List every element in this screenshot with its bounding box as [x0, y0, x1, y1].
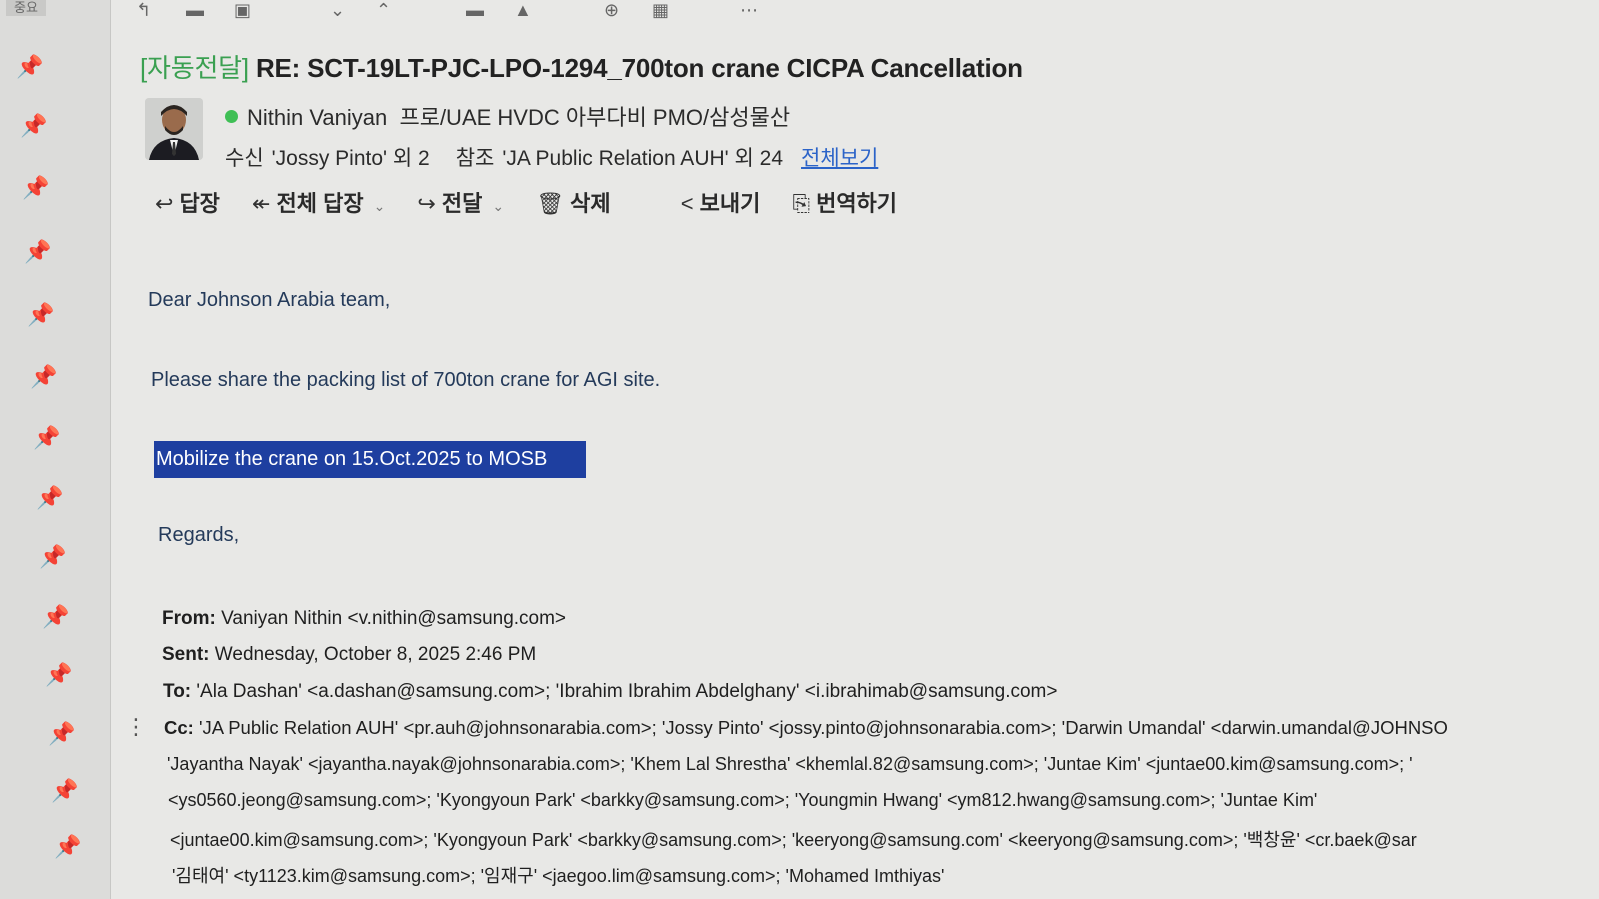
reply-label: 답장 [179, 191, 220, 216]
greeting: Dear Johnson Arabia team, [148, 289, 391, 311]
to-value: 'Ala Dashan' <a.dashan@samsung.com>; 'Ib… [196, 681, 1058, 702]
cc-line: <ys0560.jeong@samsung.com>; 'Kyongyoun P… [168, 790, 1318, 810]
pin-icon[interactable]: 📌 [36, 485, 63, 511]
view-all-link[interactable]: 전체보기 [801, 147, 878, 170]
cc-line: 'JA Public Relation AUH' <pr.auh@johnson… [198, 717, 1448, 738]
sender-line: Nithin Vaniyan 프로/UAE HVDC 아부다비 PMO/삼성물산 [225, 100, 790, 132]
quoted-from: From: Vaniyan Nithin <v.nithin@samsung.c… [162, 608, 566, 630]
cc-line: 'Jayantha Nayak' <jayantha.nayak@johnson… [167, 754, 1413, 774]
body-line: Please share the packing list of 700ton … [151, 369, 661, 391]
reply-icon: ↩ [155, 191, 174, 216]
translate-button[interactable]: ⎘ 번역하기 [792, 186, 897, 218]
reply-all-label: 전체 답장 [276, 191, 364, 216]
cc-label: 참조 [455, 147, 495, 170]
pin-icon[interactable]: 📌 [16, 54, 43, 80]
to-value[interactable]: 'Jossy Pinto' 외 2 [272, 147, 430, 170]
pin-icon[interactable]: 📌 [20, 113, 47, 139]
translate-label: 번역하기 [816, 191, 898, 216]
mail-icon[interactable]: ▬ [466, 0, 484, 20]
sidebar: 중요 📌 📌 📌 📌 📌 📌 📌 📌 📌 📌 📌 📌 📌 📌 [0, 0, 111, 899]
grid-icon[interactable]: ▦ [652, 0, 669, 20]
sent-label: Sent: [162, 644, 210, 665]
reply-button[interactable]: ↩ 답장 [155, 186, 220, 218]
more-vertical-icon[interactable]: ⋮ [125, 716, 147, 738]
cc-line: <juntae00.kim@samsung.com>; 'Kyongyoun P… [170, 830, 1417, 850]
trash-icon: 🗑 [536, 191, 565, 216]
pin-icon[interactable]: 📌 [45, 662, 72, 688]
chevron-up-icon[interactable]: ⌃ [376, 0, 391, 20]
reply-all-button[interactable]: ↞ 전체 답장 ⌄ [252, 186, 385, 218]
avatar-image [145, 98, 203, 160]
top-toolbar: ↰ ▬ ▣ ⌄ ⌃ ▬ ▲ ⊕ ▦ ⋯ [130, 0, 850, 24]
share-button[interactable]: < 보내기 [681, 186, 761, 218]
email-subject: [자동전달] RE: SCT-19LT-PJC-LPO-1294_700ton … [140, 48, 1023, 85]
pin-icon[interactable]: 📌 [42, 604, 69, 630]
sender-org: 프로/UAE HVDC 아부다비 PMO/삼성물산 [399, 105, 791, 130]
subject-text: RE: SCT-19LT-PJC-LPO-1294_700ton crane C… [255, 53, 1023, 83]
pin-icon[interactable]: 📌 [22, 175, 49, 201]
chevron-down-icon[interactable]: ⌄ [330, 0, 345, 20]
cc-line: '김태여' <ty1123.kim@samsung.com>; '임재구' <j… [172, 866, 945, 886]
quoted-sent: Sent: Wednesday, October 8, 2025 2:46 PM [162, 644, 536, 666]
delete-label: 삭제 [570, 191, 611, 216]
action-bar: ↩ 답장 ↞ 전체 답장 ⌄ ↪ 전달 ⌄ 🗑 삭제 < 보내기 ⎘ 번역하기 [155, 186, 923, 218]
more-icon[interactable]: ⋯ [740, 0, 758, 20]
pin-icon[interactable]: 📌 [48, 721, 75, 747]
presence-online-icon [225, 110, 238, 123]
auto-forward-tag: [자동전달] [140, 53, 249, 83]
forward-button[interactable]: ↪ 전달 ⌄ [417, 186, 504, 218]
recipients-line: 수신 'Jossy Pinto' 외 2 참조 'JA Public Relation… [225, 142, 878, 172]
regards: Regards, [158, 524, 240, 546]
from-label: From: [162, 608, 216, 629]
forward-icon: ↪ [417, 191, 436, 216]
forward-label: 전달 [441, 191, 483, 216]
bell-icon[interactable]: ▲ [514, 0, 532, 20]
delete-button[interactable]: 🗑 삭제 [536, 186, 610, 218]
archive-icon[interactable]: ▬ [186, 0, 204, 20]
share-label: 보내기 [699, 191, 761, 216]
pin-icon[interactable]: 📌 [33, 425, 60, 451]
sender-name[interactable]: Nithin Vaniyan [247, 105, 387, 130]
pin-icon[interactable]: 📌 [24, 239, 51, 265]
from-value: Vaniyan Nithin <v.nithin@samsung.com> [221, 608, 567, 629]
avatar[interactable] [145, 98, 203, 160]
share-icon: < [680, 191, 694, 216]
to-label: To: [163, 681, 192, 702]
translate-icon: ⎘ [792, 191, 811, 216]
quoted-to: To: 'Ala Dashan' <a.dashan@samsung.com>;… [163, 681, 1057, 703]
reply-all-icon: ↞ [252, 191, 271, 216]
move-icon[interactable]: ▣ [234, 0, 251, 20]
sidebar-top-label[interactable]: 중요 [6, 0, 46, 16]
highlighted-text[interactable]: Mobilize the crane on 15.Oct.2025 to MOS… [154, 441, 586, 478]
quoted-cc: Cc: 'JA Public Relation AUH' <pr.auh@joh… [164, 717, 1448, 739]
cc-value[interactable]: 'JA Public Relation AUH' 외 24 [502, 147, 783, 170]
chevron-down-icon[interactable]: ⌄ [492, 198, 504, 214]
back-arrow-icon[interactable]: ↰ [136, 0, 151, 20]
cc-label: Cc: [164, 717, 194, 738]
chevron-down-icon[interactable]: ⌄ [374, 198, 386, 214]
zoom-icon[interactable]: ⊕ [604, 0, 619, 20]
pin-icon[interactable]: 📌 [27, 302, 54, 328]
pin-icon[interactable]: 📌 [30, 364, 57, 390]
sent-value: Wednesday, October 8, 2025 2:46 PM [214, 644, 537, 665]
pin-icon[interactable]: 📌 [54, 834, 81, 860]
pin-icon[interactable]: 📌 [39, 544, 66, 570]
to-label: 수신 [225, 147, 264, 170]
pin-icon[interactable]: 📌 [51, 778, 78, 804]
